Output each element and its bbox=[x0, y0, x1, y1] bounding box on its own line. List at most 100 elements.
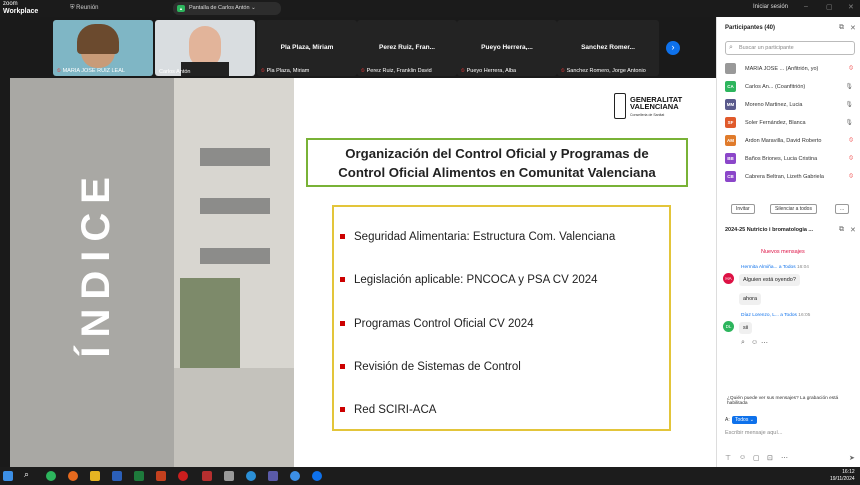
participants-header: Participantes (40) bbox=[725, 25, 776, 31]
participant-row[interactable]: MM Moreno Martinez, Lucia 🎙 bbox=[725, 99, 859, 113]
window-band bbox=[200, 198, 270, 214]
popout-icon[interactable]: ⧉ bbox=[839, 226, 844, 234]
teams-icon[interactable] bbox=[268, 471, 278, 481]
video-tile[interactable]: Perez Ruiz, Fran... ⦸ Perez Ruiz, Franklin… bbox=[357, 20, 457, 76]
video-tile[interactable]: Sanchez Romer... ⦸ Sanchez Romero, Jorge A… bbox=[557, 20, 659, 76]
emoji-icon[interactable]: ☺ bbox=[751, 339, 758, 346]
word-icon[interactable] bbox=[112, 471, 122, 481]
maximize-icon[interactable]: ▢ bbox=[826, 3, 833, 11]
recipient: a Todos bbox=[778, 265, 796, 270]
popout-icon[interactable]: ⧉ bbox=[839, 24, 844, 32]
participant-row[interactable]: CB Cabrera Beltran, Lizeth Gabriela ⦸ bbox=[725, 171, 859, 185]
participant-row[interactable]: BB Baños Briones, Lucia Cristina ⦸ bbox=[725, 153, 859, 167]
participant-name: Cabrera Beltran, Lizeth Gabriela bbox=[745, 174, 824, 180]
shared-screen: ÍNDICE GENERALITAT VALENCIANA Conselleria… bbox=[10, 78, 716, 467]
close-icon[interactable]: ✕ bbox=[848, 3, 854, 11]
video-tile[interactable]: Pla Plaza, Miriam ⦸ Pla Plaza, Miriam bbox=[257, 20, 357, 76]
mic-muted-icon: ⦸ bbox=[849, 65, 853, 71]
firefox-icon[interactable] bbox=[68, 471, 78, 481]
list-item: Legislación aplicable: PNCOCA y PSA CV 2… bbox=[340, 274, 598, 286]
tile-name: ⦸ Perez Ruiz, Franklin David bbox=[361, 68, 432, 75]
zoom-icon[interactable] bbox=[312, 471, 322, 481]
close-icon[interactable]: ✕ bbox=[850, 24, 856, 32]
send-icon[interactable]: ➤ bbox=[849, 454, 855, 462]
slide-title: Organización del Control Oficial y Progr… bbox=[306, 138, 688, 187]
avatar: CB bbox=[725, 171, 736, 182]
video-tile[interactable]: Pueyo Herrera,... ⦸ Pueyo Herrera, Alba bbox=[457, 20, 557, 76]
video-tile[interactable]: Carlos Antón bbox=[155, 20, 255, 76]
sender-name: Hermita Almiña... bbox=[741, 265, 778, 270]
chat-input[interactable]: Escribir mensaje aquí... bbox=[725, 430, 782, 436]
participant-name: Moreno Martinez, Lucia bbox=[745, 102, 803, 108]
participant-name: Baños Briones, Lucia Cristina bbox=[745, 156, 818, 162]
ground bbox=[174, 368, 294, 467]
participant-row[interactable]: MARIA JOSE ... (Anfitrión, yo) ⦸ bbox=[725, 63, 859, 77]
more-icon[interactable]: ⋯ bbox=[761, 339, 768, 347]
index-list: Seguridad Alimentaria: Estructura Com. V… bbox=[332, 205, 671, 431]
mic-muted-icon: ⦸ bbox=[361, 68, 365, 74]
system-clock[interactable]: 16:12 19/11/2024 bbox=[830, 469, 855, 483]
tile-center-name: Perez Ruiz, Fran... bbox=[379, 44, 435, 51]
mic-muted-icon: ⦸ bbox=[57, 68, 61, 74]
tile-name-text: Perez Ruiz, Franklin David bbox=[366, 68, 432, 74]
reply-icon[interactable]: ⌕ bbox=[741, 339, 745, 347]
tile-name-text: Carlos Antón bbox=[159, 69, 191, 75]
search-icon: ⌕ bbox=[729, 44, 733, 51]
mic-muted-icon: ⦸ bbox=[849, 137, 853, 143]
bullet-icon bbox=[340, 407, 345, 412]
chevron-down-icon: ⌄ bbox=[249, 5, 256, 11]
list-item-text: Red SCIRI-ACA bbox=[354, 404, 437, 416]
acrobat-icon[interactable] bbox=[202, 471, 212, 481]
avatar: MM bbox=[725, 99, 736, 110]
app-icon[interactable] bbox=[224, 471, 234, 481]
participant-row[interactable]: SF Soler Fernández, Blanca 🎙 bbox=[725, 117, 859, 131]
more-options-button[interactable]: ... bbox=[835, 204, 850, 214]
recipient-select[interactable]: Todos ⌄ bbox=[732, 416, 757, 424]
minimize-icon[interactable]: – bbox=[804, 3, 808, 10]
next-page-arrow-icon[interactable]: › bbox=[666, 41, 680, 55]
chrome-icon[interactable] bbox=[46, 471, 56, 481]
invite-button[interactable]: Invitar bbox=[731, 204, 755, 214]
chat-message: Alguien está oyendo? bbox=[739, 274, 800, 286]
participant-row[interactable]: CA Carlos An... (Coanfitrión) 🎙 bbox=[725, 81, 859, 95]
new-messages-label: Nuevos mensajes bbox=[761, 249, 805, 255]
chat-message: sii bbox=[739, 322, 753, 334]
mic-icon: 🎙 bbox=[845, 84, 853, 90]
share-indicator[interactable]: ▲ Pantalla de Carlos Antón ⌄ bbox=[173, 2, 281, 15]
folder-icon[interactable] bbox=[90, 471, 100, 481]
emoji-icon[interactable]: ☺ bbox=[739, 454, 746, 461]
opera-icon[interactable] bbox=[178, 471, 188, 481]
screenshot-icon[interactable]: ⊡ bbox=[767, 454, 773, 462]
tile-center-name: Pla Plaza, Miriam bbox=[280, 44, 334, 51]
search-input[interactable]: ⌕ Buscar un participante bbox=[725, 41, 855, 55]
tile-name-text: Sanchez Romero, Jorge Antonio bbox=[566, 68, 646, 74]
sender-name: Díaz Lorenzo, L... bbox=[741, 313, 779, 318]
excel-icon[interactable] bbox=[134, 471, 144, 481]
list-item-text: Seguridad Alimentaria: Estructura Com. V… bbox=[354, 231, 616, 243]
tile-name-text: Pla Plaza, Miriam bbox=[266, 68, 310, 74]
meeting-menu[interactable]: ⛨ Reunión bbox=[70, 5, 99, 12]
mute-all-button[interactable]: Silenciar a todos bbox=[770, 204, 817, 214]
participant-row[interactable]: AM Ardon Maravilla, David Roberto ⦸ bbox=[725, 135, 859, 149]
mic-muted-icon: ⦸ bbox=[461, 68, 465, 74]
file-icon[interactable]: ▢ bbox=[753, 454, 760, 462]
search-icon[interactable]: ⌕ bbox=[24, 469, 34, 479]
app-icon[interactable] bbox=[290, 471, 300, 481]
format-icon[interactable]: ⊤ bbox=[725, 454, 731, 462]
mic-icon: 🎙 bbox=[845, 120, 853, 126]
close-icon[interactable]: ✕ bbox=[850, 226, 856, 234]
slide-title-line2: Control Oficial Alimentos en Comunitat V… bbox=[338, 165, 656, 180]
edge-icon[interactable] bbox=[246, 471, 256, 481]
tile-center-name: Pueyo Herrera,... bbox=[481, 44, 533, 51]
list-item: Seguridad Alimentaria: Estructura Com. V… bbox=[340, 231, 616, 243]
login-link[interactable]: Iniciar sesión bbox=[753, 4, 788, 10]
more-icon[interactable]: ⋯ bbox=[781, 454, 788, 462]
logo-line2: VALENCIANA bbox=[630, 102, 679, 111]
avatar: SF bbox=[725, 117, 736, 128]
chat-message: ahora bbox=[739, 293, 762, 305]
start-icon[interactable] bbox=[3, 471, 13, 481]
powerpoint-icon[interactable] bbox=[156, 471, 166, 481]
video-tile[interactable]: ⦸ MARIA JOSE RUIZ LEAL bbox=[53, 20, 153, 76]
bullet-icon bbox=[340, 277, 345, 282]
message-header: Díaz Lorenzo, L... a Todos 16:05 bbox=[741, 313, 810, 318]
